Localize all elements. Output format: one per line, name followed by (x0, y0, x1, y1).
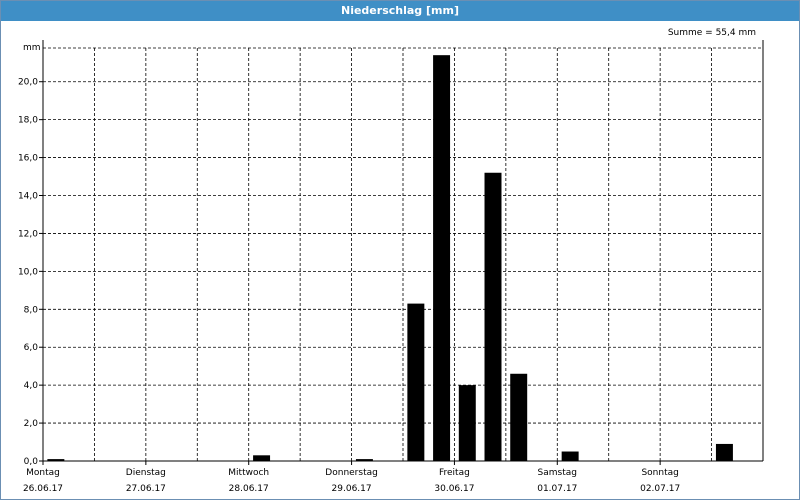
x-day-label: Donnerstag (325, 468, 378, 478)
y-tick-label: 6,0 (24, 343, 39, 353)
y-tick-label: 16,0 (18, 154, 38, 164)
chart-title: Niederschlag [mm] (1, 1, 799, 21)
x-date-label: 26.06.17 (23, 484, 63, 494)
x-date-label: 29.06.17 (332, 484, 372, 494)
precipitation-bar (561, 451, 579, 461)
x-day-label: Freitag (439, 468, 470, 478)
y-tick-label: 14,0 (18, 192, 38, 202)
y-axis-unit-label: mm (23, 43, 41, 53)
precipitation-bar (407, 303, 425, 461)
y-tick-label: 2,0 (24, 419, 39, 429)
precipitation-bar (433, 55, 451, 461)
x-day-label: Mittwoch (228, 468, 269, 478)
x-date-label: 02.07.17 (640, 484, 680, 494)
grid (43, 47, 763, 461)
chart-window: Niederschlag [mm] Summe = 55,4 mm mm 0,0… (0, 0, 800, 500)
x-day-label: Montag (26, 468, 60, 478)
y-tick-label: 12,0 (18, 229, 38, 239)
y-tick-label: 18,0 (18, 116, 38, 126)
bars (47, 55, 733, 461)
x-date-label: 30.06.17 (434, 484, 474, 494)
precipitation-chart: Summe = 55,4 mm mm 0,0 2,0 4,0 6,0 8,0 10,0 12… (18, 28, 764, 494)
y-tick-label: 0,0 (24, 457, 39, 467)
sum-annotation: Summe = 55,4 mm (668, 28, 756, 38)
x-day-label: Sonntag (641, 468, 678, 478)
y-tick-label: 10,0 (18, 267, 38, 277)
precipitation-bar (253, 455, 271, 461)
axes: Summe = 55,4 mm mm 0,0 2,0 4,0 6,0 8,0 10,0 12… (18, 28, 764, 494)
y-tick-label: 8,0 (24, 305, 39, 315)
x-day-label: Dienstag (126, 468, 166, 478)
x-date-label: 28.06.17 (229, 484, 269, 494)
x-date-label: 27.06.17 (126, 484, 166, 494)
precipitation-bar (715, 443, 733, 461)
precipitation-bar (458, 385, 476, 461)
precipitation-bar (510, 373, 528, 461)
x-day-label: Samstag (538, 468, 577, 478)
x-date-label: 01.07.17 (537, 484, 577, 494)
precipitation-bar (484, 172, 502, 461)
y-tick-label: 4,0 (24, 381, 39, 391)
y-tick-label: 20,0 (18, 78, 38, 88)
